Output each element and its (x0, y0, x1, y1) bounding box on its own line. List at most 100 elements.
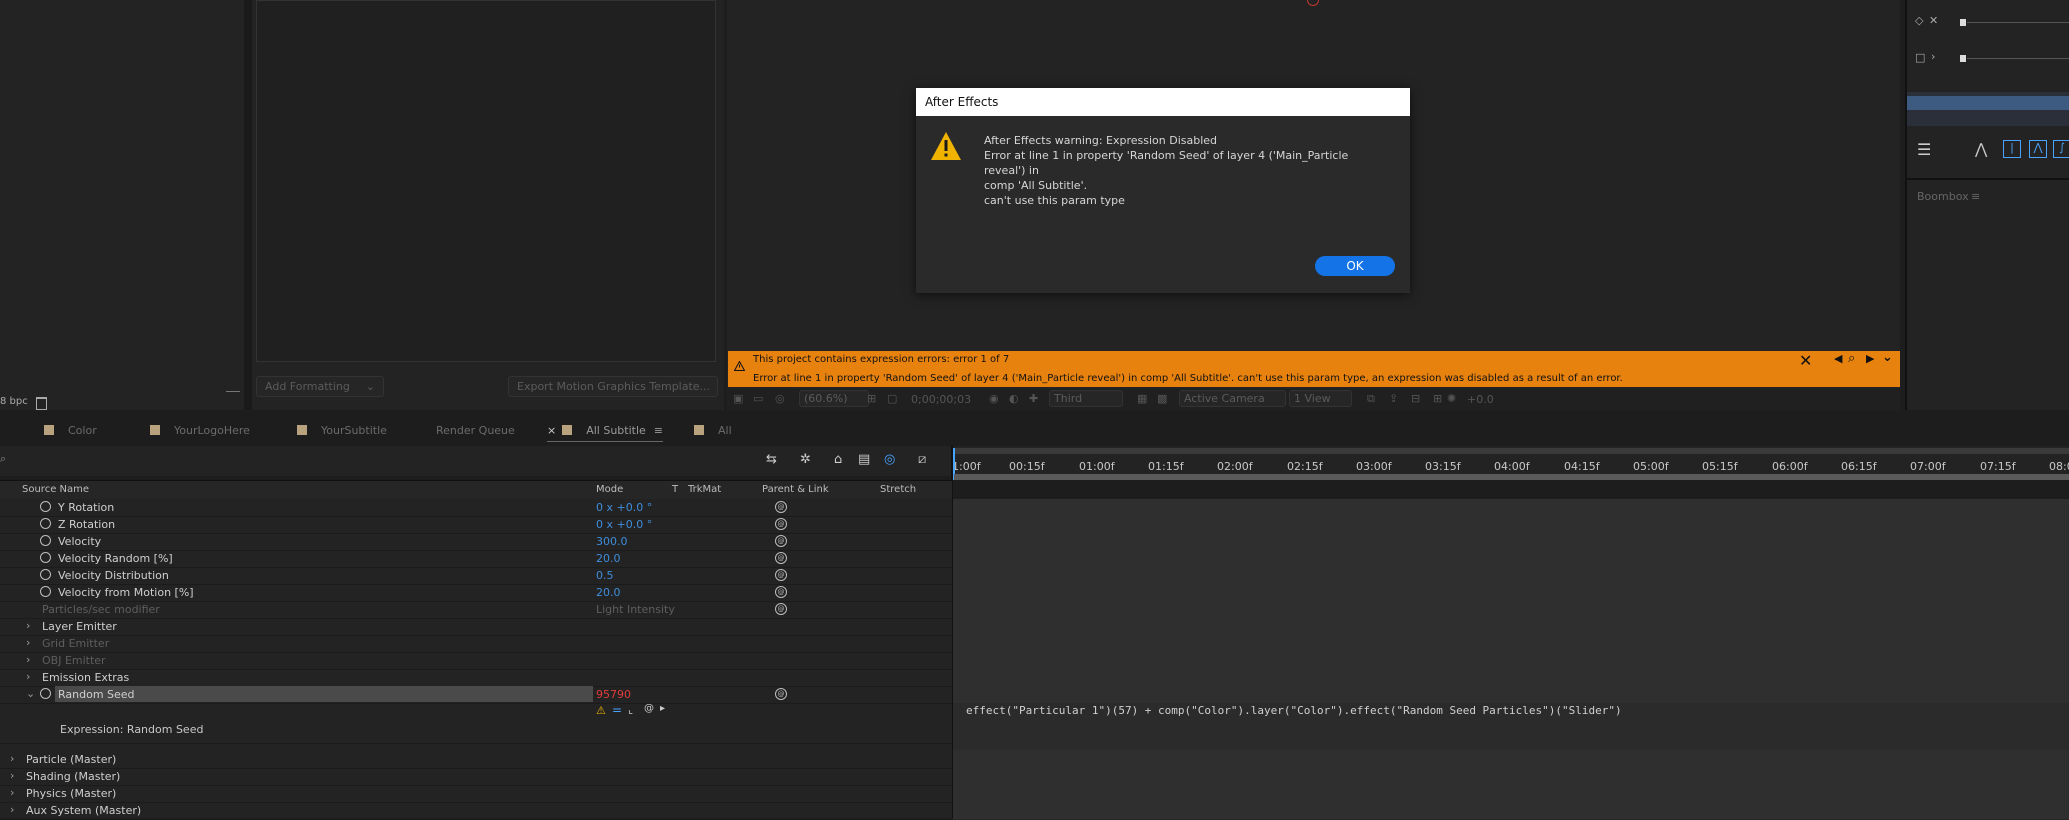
chevron-right-icon[interactable]: › (10, 752, 14, 765)
zoom-dropdown[interactable]: (60.6%) (799, 390, 869, 407)
warning-icon[interactable]: ⚠ (596, 704, 606, 717)
chevron-down-icon[interactable]: ⌄ (1882, 350, 1893, 365)
column-stretch[interactable]: Stretch (880, 484, 916, 495)
tab-yoursubtitle[interactable]: YourSubtitle (297, 424, 387, 437)
expression-code[interactable]: effect("Particular 1")(57) + comp("Color… (966, 704, 1622, 717)
shy-layers-icon[interactable]: ⌂ (834, 452, 842, 467)
stopwatch-icon[interactable] (40, 586, 51, 597)
chevron-right-icon[interactable]: › (10, 803, 14, 816)
property-row[interactable]: Velocity from Motion [%] 20.0 @ (0, 584, 952, 602)
exposure-value[interactable]: +0.0 (1467, 393, 1494, 406)
pick-whip-icon[interactable]: @ (644, 703, 654, 714)
view-layout-dropdown[interactable]: 1 View (1289, 390, 1352, 407)
chevron-right-icon[interactable]: › (26, 619, 30, 632)
panel-menu-icon[interactable]: ≡ (654, 424, 663, 437)
pick-whip-icon[interactable]: @ (775, 501, 787, 513)
camera-icon[interactable]: ◉ (989, 392, 999, 405)
camera-dropdown[interactable]: Active Camera (1179, 390, 1286, 407)
ease-out-icon[interactable]: ⋀ (2029, 140, 2047, 158)
property-dropdown[interactable]: Light Intensity (596, 603, 746, 616)
property-group-row[interactable]: › Layer Emitter (0, 618, 952, 636)
property-group-row[interactable]: › Particle (Master) (0, 751, 952, 769)
search-icon[interactable]: ⌕ (1848, 351, 1855, 366)
panel-divider[interactable] (244, 0, 252, 410)
menu-icon[interactable]: ☰ (1917, 140, 1931, 159)
stopwatch-icon[interactable] (40, 535, 51, 546)
timeline-tracks[interactable]: effect("Particular 1")(57) + comp("Color… (953, 499, 2069, 820)
property-row[interactable]: Particles/sec modifier Light Intensity @ (0, 601, 952, 619)
vr-icon[interactable]: ◎ (775, 392, 785, 405)
graph-icon[interactable]: ⌞ (628, 703, 633, 716)
chevron-right-icon[interactable]: › (26, 670, 30, 683)
ease-in-icon[interactable]: | (2003, 140, 2021, 158)
frame-blending-icon[interactable]: ▤ (858, 452, 870, 467)
draft-3d-icon[interactable]: ✲ (800, 452, 811, 467)
pick-whip-icon[interactable]: @ (775, 688, 787, 700)
column-t[interactable]: T (672, 484, 678, 495)
pick-whip-icon[interactable]: @ (775, 569, 787, 581)
channel-icon[interactable]: ✚ (1029, 392, 1038, 405)
motion-blur-icon[interactable]: ◎ (884, 452, 895, 467)
time-ruler[interactable]: 1:00f 00:15f 01:00f 01:15f 02:00f 02:15f 03:00… (952, 446, 2069, 480)
region-of-interest-icon[interactable]: ▣ (733, 392, 743, 405)
property-group-row[interactable]: › Physics (Master) (0, 785, 952, 803)
exposure-icon[interactable]: ✺ (1447, 392, 1456, 405)
property-value[interactable]: 20.0 (596, 552, 621, 565)
viewer-timecode[interactable]: 0;00;00;03 (911, 393, 971, 406)
graph-editor-icon[interactable]: ⧄ (918, 452, 926, 467)
slider-track[interactable] (1962, 22, 2069, 23)
close-icon[interactable]: ✕ (1799, 351, 1812, 370)
pick-whip-icon[interactable]: @ (775, 535, 787, 547)
stopwatch-icon[interactable] (40, 501, 51, 512)
bpc-label[interactable]: 8 bpc (0, 396, 28, 407)
add-formatting-dropdown[interactable]: Add Formatting ⌄ (256, 376, 384, 397)
property-row[interactable]: Z Rotation 0 x +0.0 ° @ (0, 516, 952, 534)
trash-icon[interactable] (36, 397, 47, 410)
stopwatch-icon[interactable] (40, 518, 51, 529)
pick-whip-icon[interactable]: @ (775, 586, 787, 598)
resolution-dropdown[interactable]: Third (1049, 390, 1124, 407)
property-group-row[interactable]: › Shading (Master) (0, 768, 952, 786)
column-mode[interactable]: Mode (596, 484, 623, 495)
ease-both-icon[interactable]: ∫ (2053, 140, 2069, 158)
close-icon[interactable]: × (547, 424, 556, 437)
flowchart-icon[interactable]: ⊞ (1433, 392, 1442, 405)
pick-whip-icon[interactable]: @ (775, 518, 787, 530)
color-picker-icon[interactable]: ◐ (1009, 392, 1019, 405)
previous-error-icon[interactable]: ◀ (1834, 352, 1842, 365)
export-template-button[interactable]: Export Motion Graphics Template... (508, 376, 718, 397)
grid-icon[interactable]: ⊞ (867, 392, 876, 405)
pick-whip-icon[interactable]: @ (775, 603, 787, 615)
monitor-icon[interactable]: ▭ (753, 392, 763, 405)
property-value[interactable]: 0 x +0.0 ° (596, 518, 652, 531)
close-icon[interactable]: ✕ (1929, 14, 1938, 27)
chevron-right-icon[interactable]: › (26, 653, 30, 666)
property-value[interactable]: 20.0 (596, 586, 621, 599)
composition-flowchart-icon[interactable]: ⇆ (766, 452, 777, 467)
enable-expression-icon[interactable]: = (612, 703, 622, 717)
pick-whip-icon[interactable]: @ (775, 552, 787, 564)
property-row-selected[interactable]: ⌄ Random Seed 95790 @ (0, 686, 952, 704)
chevron-right-icon[interactable]: › (10, 786, 14, 799)
chevron-right-icon[interactable]: › (1931, 50, 1935, 63)
property-group-row[interactable]: › OBJ Emitter (0, 652, 952, 670)
column-parent[interactable]: Parent & Link (762, 484, 829, 495)
tab-all[interactable]: All (694, 424, 732, 437)
property-value[interactable]: 0.5 (596, 569, 614, 582)
mask-icon[interactable]: ▢ (887, 392, 897, 405)
column-trkmat[interactable]: TrkMat (688, 484, 721, 495)
transparency-grid-icon[interactable]: ▩ (1157, 392, 1167, 405)
diamond-icon[interactable]: ◇ (1915, 14, 1923, 27)
property-group-row[interactable]: › Grid Emitter (0, 635, 952, 653)
fast-preview-icon[interactable]: ⇪ (1389, 392, 1398, 405)
stopwatch-icon[interactable] (40, 552, 51, 563)
property-row[interactable]: Velocity 300.0 @ (0, 533, 952, 551)
search-icon[interactable]: ⌕ (0, 452, 6, 466)
tab-all-subtitle[interactable]: × All Subtitle ≡ (547, 424, 664, 442)
tab-color[interactable]: Color (44, 424, 97, 437)
property-row[interactable]: Velocity Random [%] 20.0 @ (0, 550, 952, 568)
column-source-name[interactable]: Source Name (22, 484, 89, 495)
property-row[interactable]: Y Rotation 0 x +0.0 ° @ (0, 499, 952, 517)
timeline-icon[interactable]: ⊟ (1411, 392, 1420, 405)
property-value[interactable]: 300.0 (596, 535, 628, 548)
